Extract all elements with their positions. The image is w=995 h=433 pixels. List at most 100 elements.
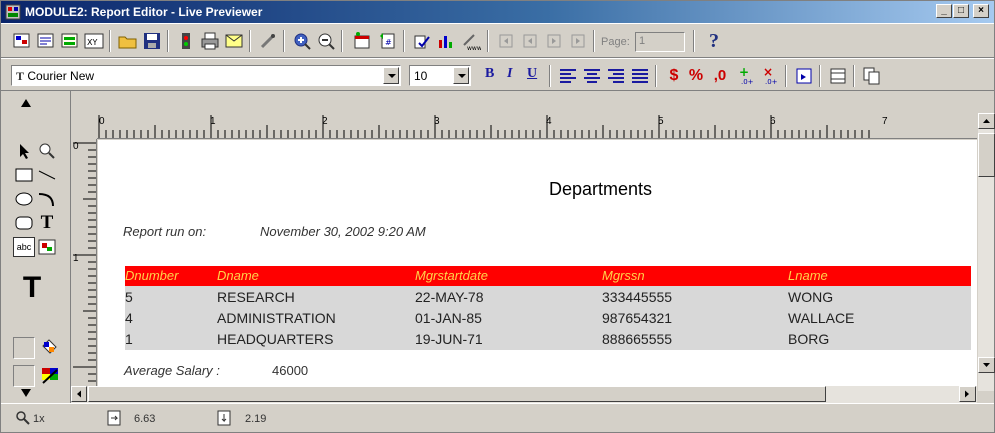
scroll-down-button[interactable] [978,357,995,373]
rounded-rect-tool-icon[interactable] [13,213,35,233]
run-report-icon[interactable] [175,30,197,52]
rectangle-tool-icon[interactable] [13,165,35,185]
big-text-icon[interactable]: T [15,273,49,303]
toolbar-separator [785,65,787,87]
italic-button[interactable]: I [507,66,512,82]
confine-mode-icon[interactable] [827,65,849,87]
pointer-tool-icon[interactable] [13,141,35,161]
maximize-button[interactable]: □ [953,4,969,18]
insert-date-icon[interactable] [351,30,373,52]
web-wizard-icon[interactable]: www [459,30,481,52]
fill-color-swatch[interactable] [13,337,35,359]
currency-icon[interactable]: $ [663,65,685,87]
toolbar-separator [853,65,855,87]
app-icon [5,4,21,20]
mail-icon[interactable] [223,30,245,52]
align-center-icon[interactable] [581,65,603,87]
table-row[interactable]: 1 HEADQUARTERS 19-JUN-71 888665555 BORG [125,328,971,349]
ruler-number: 3 [434,116,440,127]
column-header: Dnumber [125,268,179,283]
toolbar-separator [593,30,595,52]
open-folder-icon[interactable] [117,30,139,52]
remove-decimal-icon[interactable]: × .0+ [759,65,781,87]
departments-table: Dnumber Dname Mgrstartdate Mgrssn Lname … [125,266,971,350]
line-color-icon[interactable] [39,365,61,385]
toolbar-separator [549,65,551,87]
average-salary-label: Average Salary : [124,363,220,378]
font-size-select[interactable]: 10 [409,65,471,86]
data-model-view-icon[interactable] [11,30,33,52]
print-icon[interactable] [199,30,221,52]
report-canvas[interactable]: Departments Report run on: November 30, … [98,140,977,386]
xy-icon[interactable]: XY [83,30,105,52]
chevron-down-icon[interactable] [453,67,469,84]
zoom-in-icon[interactable] [291,30,313,52]
image-tool-icon[interactable] [36,237,58,257]
frame-select-icon[interactable] [793,65,815,87]
comma-button[interactable]: ,0 [709,65,731,87]
chart-wizard-icon[interactable] [435,30,457,52]
main-toolbar: XY # www Page: 1 ? [1,23,994,58]
underline-button[interactable]: U [527,66,537,82]
chevron-down-icon[interactable] [383,67,399,84]
line-tool-icon[interactable] [36,165,58,185]
previous-page-icon[interactable] [519,30,541,52]
scrollbar-thumb[interactable] [88,386,826,402]
insert-page-number-icon[interactable]: # [377,30,399,52]
align-justify-icon[interactable] [629,65,651,87]
table-cell: 4 [125,310,133,326]
table-header-row: Dnumber Dname Mgrstartdate Mgrssn Lname [125,266,971,286]
minimize-button[interactable]: _ [936,4,952,18]
format-toolbar: T Courier New 10 B I U $ % ,0 + .0+ × .0… [1,58,994,91]
copy-format-icon[interactable] [861,65,883,87]
arc-tool-icon[interactable] [36,189,58,209]
align-left-icon[interactable] [557,65,579,87]
truetype-icon: T [16,69,25,83]
table-row[interactable]: 5 RESEARCH 22-MAY-78 333445555 WONG [125,286,971,307]
tool-palette: T abc T [1,91,71,403]
paintbrush-icon[interactable] [257,30,279,52]
text-tool-icon[interactable]: T [36,213,58,233]
table-cell: 333445555 [602,289,673,305]
zoom-level: 1x [33,413,45,425]
table-cell: 5 [125,289,133,305]
zoom-out-icon[interactable] [315,30,337,52]
scroll-up-button[interactable] [978,113,995,129]
add-decimal-icon[interactable]: + .0+ [735,65,757,87]
save-icon[interactable] [141,30,163,52]
parameter-form-view-icon[interactable] [59,30,81,52]
scrollbar-thumb[interactable] [978,133,995,177]
fill-bucket-icon[interactable] [39,337,61,357]
window-title: MODULE2: Report Editor - Live Previewer [25,5,263,19]
table-row[interactable]: 4 ADMINISTRATION 01-JAN-85 987654321 WAL… [125,307,971,328]
align-right-icon[interactable] [605,65,627,87]
toolbar-separator [403,30,405,52]
scroll-right-button[interactable] [959,386,976,402]
scroll-left-button[interactable] [71,386,87,402]
scroll-down-icon[interactable] [15,383,37,403]
report-run-on-value: November 30, 2002 9:20 AM [260,224,426,239]
page-number-input[interactable]: 1 [635,32,685,52]
bold-button[interactable]: B [485,66,494,82]
help-button[interactable]: ? [703,30,725,52]
ruler-number: 2 [322,116,328,127]
percent-button[interactable]: % [685,65,707,87]
next-page-icon[interactable] [543,30,565,52]
vertical-scrollbar[interactable] [977,113,995,391]
field-tool-icon[interactable]: abc [13,237,35,257]
layout-view-icon[interactable] [35,30,57,52]
last-page-icon[interactable] [567,30,589,52]
font-name-select[interactable]: T Courier New [11,65,401,86]
font-name-value: T Courier New [16,69,95,83]
horizontal-scrollbar[interactable] [71,386,977,403]
ruler-number: 7 [882,116,888,127]
scroll-up-icon[interactable] [15,93,37,113]
ruler-number: 6 [770,116,776,127]
first-page-icon[interactable] [495,30,517,52]
magnify-tool-icon[interactable] [36,141,58,161]
close-button[interactable]: × [973,4,989,18]
edit-check-icon[interactable] [411,30,433,52]
column-header: Dname [217,268,259,283]
table-cell: WALLACE [788,310,855,326]
ellipse-tool-icon[interactable] [13,189,35,209]
